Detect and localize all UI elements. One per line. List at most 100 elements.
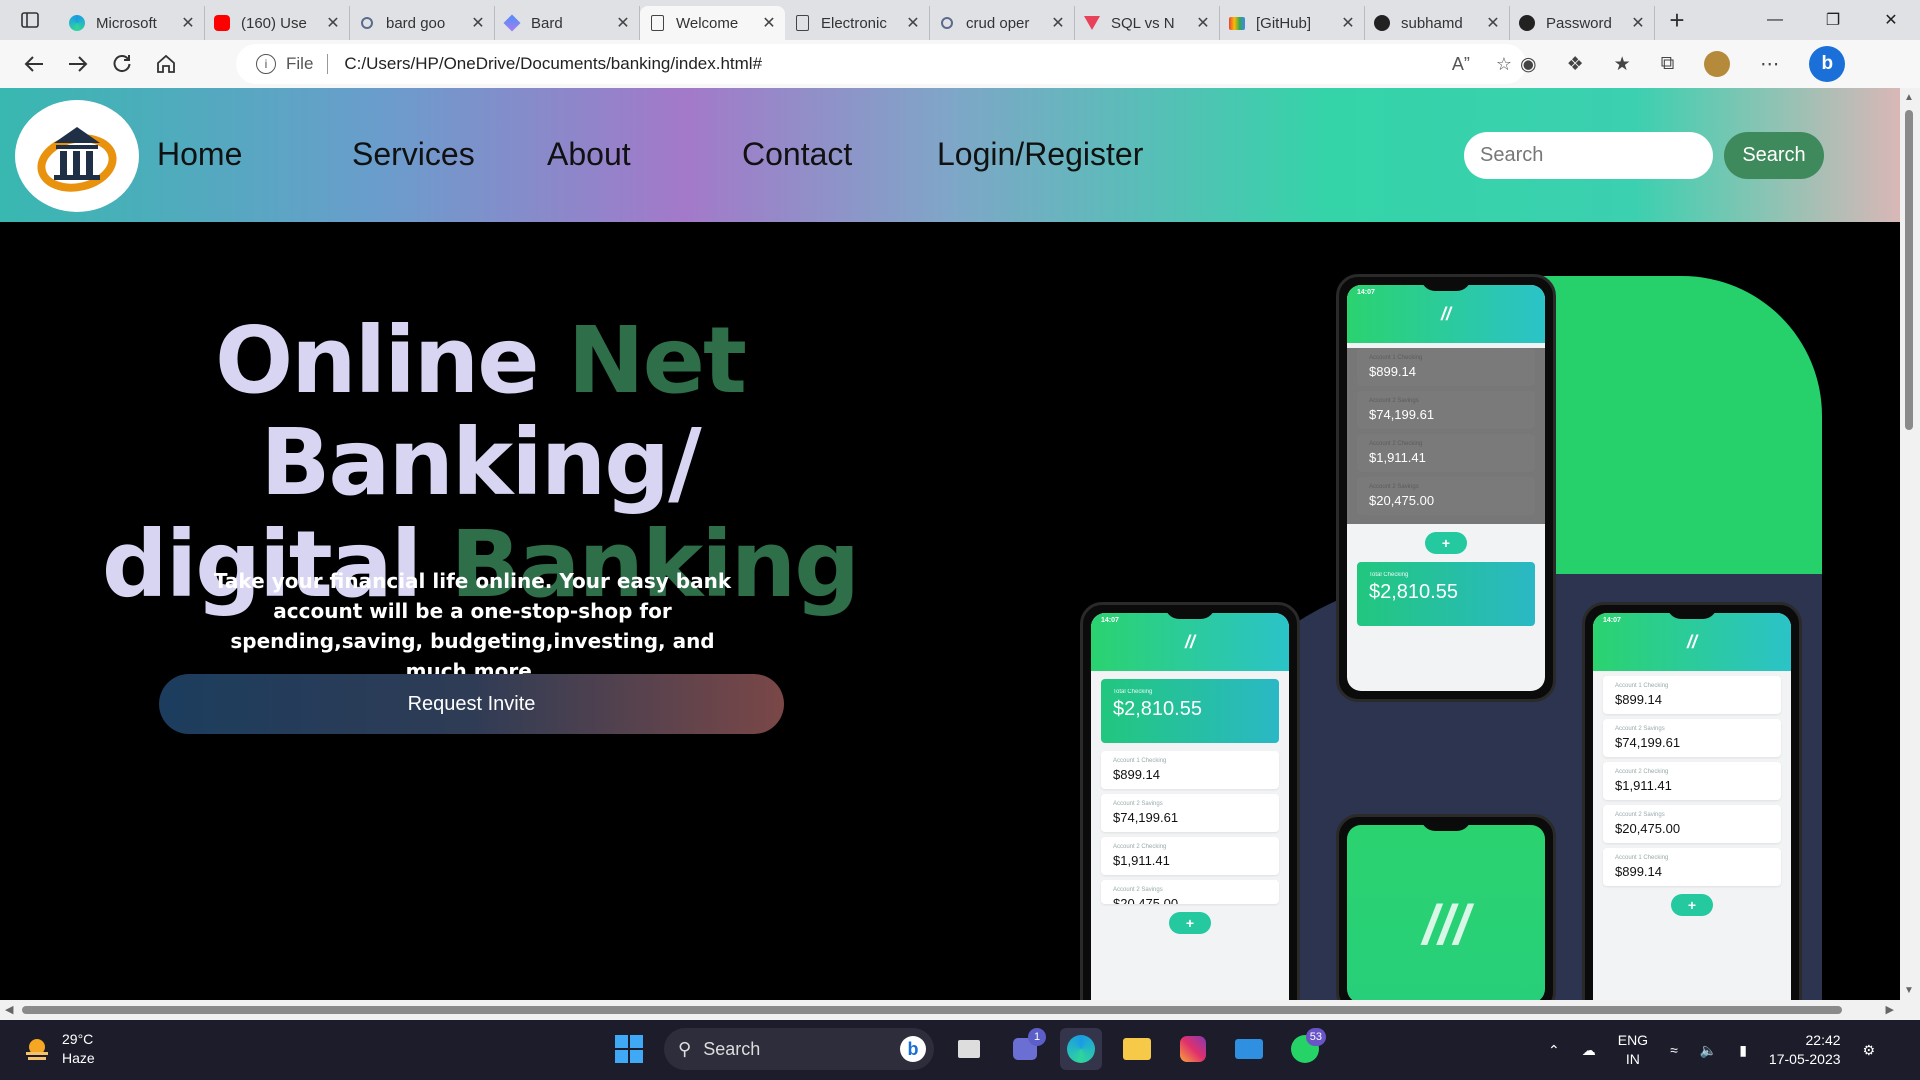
- horizontal-scrollbar[interactable]: ◀ ▶: [0, 1000, 1920, 1020]
- sun-haze-icon: [26, 1039, 48, 1060]
- file-explorer-button[interactable]: [1116, 1028, 1158, 1070]
- clock-date: 17-05-2023: [1768, 1051, 1841, 1067]
- vertical-scrollbar[interactable]: ▲ ▼: [1900, 88, 1920, 1000]
- task-view-button[interactable]: [948, 1028, 990, 1070]
- browser-tab[interactable]: bard goo ✕: [350, 6, 495, 40]
- whatsapp-badge: 53: [1305, 1028, 1326, 1046]
- forward-arrow-icon: [69, 56, 88, 72]
- close-tab-icon[interactable]: ✕: [905, 13, 921, 33]
- site-header: Home Services About Contact Login/Regist…: [0, 88, 1900, 222]
- home-button[interactable]: [144, 44, 188, 84]
- close-tab-icon[interactable]: ✕: [470, 13, 486, 33]
- close-tab-icon[interactable]: ✕: [180, 13, 196, 33]
- address-scheme-label: File: [286, 54, 314, 73]
- hero-title-net: Net: [567, 307, 747, 414]
- profile-sync-icon[interactable]: ◉: [1520, 53, 1537, 76]
- browser-tab[interactable]: [GitHub] ✕: [1220, 6, 1365, 40]
- close-tab-icon[interactable]: ✕: [1050, 13, 1066, 33]
- bank-logo[interactable]: [15, 100, 139, 212]
- nav-services-link[interactable]: Services: [352, 136, 475, 173]
- maximize-button[interactable]: ❐: [1804, 0, 1862, 40]
- bing-chat-icon[interactable]: b: [1809, 46, 1846, 82]
- more-menu-icon[interactable]: ⋯: [1760, 53, 1779, 76]
- refresh-button[interactable]: [100, 44, 144, 84]
- scroll-down-icon[interactable]: ▼: [1904, 985, 1914, 996]
- tab-actions-button[interactable]: [0, 0, 60, 40]
- phone-right: 14:07// Account 1 Checking $899.14 Accoun…: [1582, 602, 1802, 1000]
- edge-taskbar-button[interactable]: [1060, 1028, 1102, 1070]
- onedrive-error-icon[interactable]: ☁: [1582, 1042, 1596, 1059]
- browser-tab[interactable]: (160) Use ✕: [205, 6, 350, 40]
- scroll-right-icon[interactable]: ▶: [1886, 1003, 1894, 1016]
- clock[interactable]: 22:42 17-05-2023: [1769, 1031, 1841, 1069]
- site-search-button[interactable]: Search: [1724, 132, 1824, 179]
- browser-tab[interactable]: Electronic ✕: [785, 6, 930, 40]
- back-arrow-icon: [24, 56, 43, 72]
- wifi-icon[interactable]: ≈: [1670, 1042, 1678, 1058]
- nav-home-link[interactable]: Home: [157, 136, 242, 173]
- account-card: Account 2 Savings $20,475.00: [1101, 880, 1279, 904]
- browser-tab[interactable]: Welcome ✕: [640, 6, 785, 40]
- github-icon: [1518, 14, 1536, 32]
- close-tab-icon[interactable]: ✕: [1485, 13, 1501, 33]
- tab-title: SQL vs N: [1111, 14, 1175, 32]
- dimmed-account-list: Account 1 Checking $899.14 Account 2 Savi…: [1347, 348, 1545, 524]
- nav-login-register-link[interactable]: Login/Register: [937, 136, 1143, 173]
- new-tab-button[interactable]: +: [1655, 0, 1699, 40]
- phone-left: 14:07 // Total Checking $2,810.55 Account…: [1080, 602, 1300, 1000]
- browser-tab[interactable]: Password ✕: [1510, 6, 1655, 40]
- refresh-icon: [113, 55, 131, 73]
- close-tab-icon[interactable]: ✕: [1195, 13, 1211, 33]
- show-hidden-icons-chevron-icon[interactable]: ⌃: [1548, 1042, 1560, 1059]
- address-bar[interactable]: i File C:/Users/HP/OneDrive/Documents/ba…: [236, 44, 1526, 84]
- close-tab-icon[interactable]: ✕: [615, 13, 631, 33]
- close-tab-icon[interactable]: ✕: [1340, 13, 1356, 33]
- mail-button[interactable]: [1228, 1028, 1270, 1070]
- app-logo-icon: //: [1686, 631, 1697, 652]
- start-button[interactable]: [608, 1028, 650, 1070]
- browser-tab[interactable]: Microsoft ✕: [60, 6, 205, 40]
- close-tab-icon[interactable]: ✕: [761, 13, 777, 33]
- teams-button[interactable]: 1: [1004, 1028, 1046, 1070]
- close-tab-icon[interactable]: ✕: [1630, 13, 1646, 33]
- browser-tab[interactable]: subhamd ✕: [1365, 6, 1510, 40]
- site-info-icon[interactable]: i: [256, 54, 276, 74]
- minimize-button[interactable]: —: [1746, 0, 1804, 40]
- tab-actions-icon: [21, 12, 39, 28]
- collections-icon[interactable]: ⧉: [1661, 53, 1675, 75]
- avatar[interactable]: [1704, 51, 1731, 77]
- read-aloud-icon[interactable]: A”: [1452, 54, 1470, 75]
- whatsapp-button[interactable]: 53: [1284, 1028, 1326, 1070]
- language-indicator[interactable]: ENG IN: [1618, 1031, 1648, 1069]
- browser-tab[interactable]: crud oper ✕: [930, 6, 1075, 40]
- vertical-scroll-thumb[interactable]: [1905, 110, 1913, 430]
- extensions-icon[interactable]: ❖: [1567, 53, 1584, 76]
- clock-time: 22:42: [1805, 1032, 1841, 1048]
- site-search-input[interactable]: [1464, 132, 1713, 179]
- browser-tab[interactable]: Bard ✕: [495, 6, 640, 40]
- close-window-button[interactable]: ✕: [1862, 0, 1920, 40]
- scroll-up-icon[interactable]: ▲: [1904, 92, 1914, 103]
- address-url[interactable]: C:/Users/HP/OneDrive/Documents/banking/i…: [344, 54, 762, 74]
- nav-about-link[interactable]: About: [547, 136, 631, 173]
- instagram-button[interactable]: [1172, 1028, 1214, 1070]
- weather-widget[interactable]: 29°C Haze: [22, 1030, 95, 1068]
- bard-icon: [503, 14, 521, 32]
- nav-contact-link[interactable]: Contact: [742, 136, 852, 173]
- browser-tab[interactable]: SQL vs N ✕: [1075, 6, 1220, 40]
- back-button[interactable]: [12, 44, 56, 84]
- forward-button[interactable]: [56, 44, 100, 84]
- tab-title: [GitHub]: [1256, 14, 1312, 32]
- request-invite-button[interactable]: Request Invite: [159, 674, 784, 734]
- notifications-icon[interactable]: ⚙: [1863, 1042, 1876, 1059]
- volume-icon[interactable]: 🔈: [1700, 1042, 1717, 1059]
- taskbar-search[interactable]: ⚲ Search b: [664, 1028, 934, 1070]
- page-viewport: Home Services About Contact Login/Regist…: [0, 88, 1900, 1000]
- favorites-icon[interactable]: ★: [1614, 53, 1631, 76]
- add-favorite-icon[interactable]: ☆: [1496, 54, 1512, 75]
- battery-icon[interactable]: ▮: [1739, 1042, 1747, 1059]
- horizontal-scroll-thumb[interactable]: [22, 1006, 1842, 1014]
- close-tab-icon[interactable]: ✕: [325, 13, 341, 33]
- scroll-left-icon[interactable]: ◀: [5, 1003, 13, 1016]
- total-label: Total Checking: [1113, 689, 1153, 695]
